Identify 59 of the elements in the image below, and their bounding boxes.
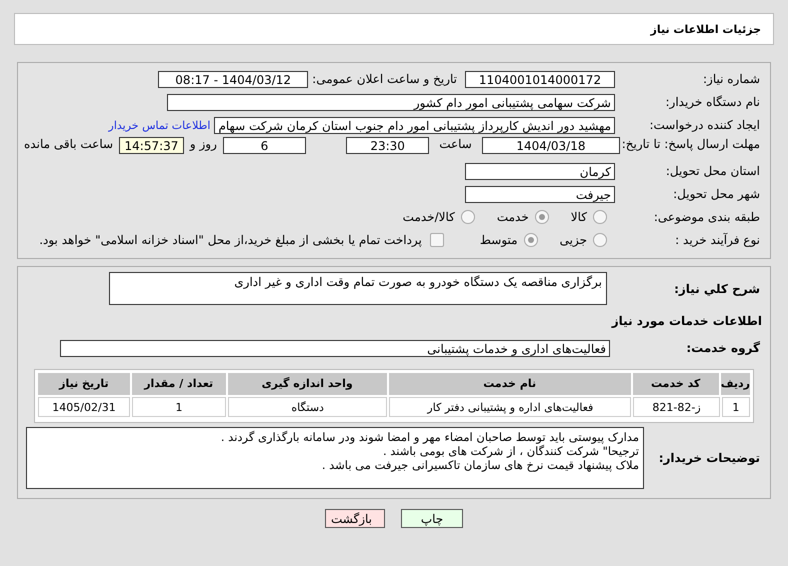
- note-line: ملاک پیشنهاد قیمت نرخ های سازمان تاکسیرانی جیرفت می باشد .: [320, 458, 639, 472]
- field-label: استان محل تحویل:: [664, 164, 761, 178]
- field-label: شهر محل تحویل:: [672, 187, 761, 201]
- column-header: ردیف: [720, 373, 750, 395]
- column-header: تاریخ نیاز: [38, 373, 130, 395]
- radio-label: خدمت: [496, 210, 529, 224]
- field-label: طبقه بندی موضوعی:: [652, 210, 761, 224]
- table-cell: فعالیت‌های اداره و پشتیبانی دفتر کار: [389, 397, 632, 417]
- field-label: توضیحات خریدار:: [658, 451, 761, 465]
- city-field: جیرفت: [465, 186, 615, 202]
- buyer-contact-link[interactable]: اطلاعات تماس خریدار: [108, 118, 210, 132]
- note-line: مدارک پیوستی باید توسط صاحبان امضاء مهر و امضا شوند ودر سامانه بارگذاری گردند .: [220, 430, 639, 444]
- table-cell: 1: [132, 397, 226, 417]
- field-label: نام دستگاه خریدار:: [664, 95, 761, 109]
- column-header: کد خدمت: [632, 373, 719, 395]
- field-label: مهلت ارسال پاسخ: تا تاریخ:: [620, 137, 761, 151]
- deadline-time-field: 23:30: [346, 137, 430, 154]
- table-cell: ز-82-821: [633, 397, 720, 417]
- table-cell: 1: [722, 397, 750, 417]
- radio-button[interactable]: [534, 210, 549, 224]
- checkbox-label: پرداخت تمام یا بخشی از مبلغ خرید،از محل "اسناد خزانه اسلامی" خواهد بود.: [39, 233, 422, 247]
- column-header: نام خدمت: [388, 373, 631, 395]
- radio-button[interactable]: [524, 233, 538, 247]
- field-label: شماره نیاز:: [702, 72, 761, 86]
- days-label: روز و: [190, 137, 217, 151]
- table-cell: 1405/02/31: [38, 397, 130, 417]
- note-line: ترجیحا" شرکت کنندگان ، از شرکت های بومی باشند .: [382, 444, 639, 458]
- province-field: کرمان: [465, 162, 615, 180]
- service-group-field: فعالیت‌های اداری و خدمات پشتیبانی: [60, 340, 610, 356]
- field-label: شرح کلي نياز:: [673, 282, 761, 296]
- page-title: جزئیات اطلاعات نیاز: [650, 22, 761, 36]
- time-label: ساعت: [439, 137, 472, 151]
- column-header: تعداد / مقدار: [132, 373, 226, 395]
- print-button[interactable]: چاپ: [401, 509, 463, 528]
- radio-label: کالا/خدمت: [402, 210, 455, 224]
- back-button[interactable]: بازگشت: [325, 509, 385, 528]
- buyer-org-field: شرکت سهامی پشتیبانی امور دام کشور: [167, 94, 615, 110]
- remaining-time-field: 14:57:37: [119, 137, 184, 154]
- field-label: نوع فرآیند خرید :: [674, 233, 761, 247]
- field-label: گروه خدمت:: [685, 341, 761, 355]
- requester-field: مهشید دور اندیش کارپرداز پشتیبانی امور دام جنوب استان کرمان شرکت سهام: [214, 116, 615, 134]
- radio-button[interactable]: [593, 210, 607, 224]
- need-number-field: 1104001014000172: [465, 70, 615, 88]
- announce-date-field: 1404/03/12 - 08:17: [158, 70, 308, 88]
- remaining-label: ساعت باقی مانده: [24, 137, 114, 151]
- checkbox[interactable]: [430, 233, 444, 247]
- radio-button[interactable]: [593, 233, 607, 247]
- field-label: تاریخ و ساعت اعلان عمومی:: [312, 72, 457, 86]
- radio-button[interactable]: [460, 210, 475, 224]
- column-header: واحد اندازه گیری: [228, 373, 387, 395]
- deadline-date-field: 1404/03/18: [482, 137, 620, 154]
- radio-label: متوسط: [480, 233, 518, 247]
- radio-label: جزیی: [560, 233, 587, 247]
- radio-label: کالا: [570, 210, 587, 224]
- section-title: اطلاعات خدمات مورد نیاز: [612, 314, 763, 328]
- days-field: 6: [222, 137, 306, 154]
- field-label: ایجاد کننده درخواست:: [648, 118, 761, 132]
- description-field: برگزاری مناقصه یک دستگاه خودرو به صورت تمام وقت اداری و غیر اداری: [109, 272, 607, 305]
- table-cell: دستگاه: [228, 397, 388, 417]
